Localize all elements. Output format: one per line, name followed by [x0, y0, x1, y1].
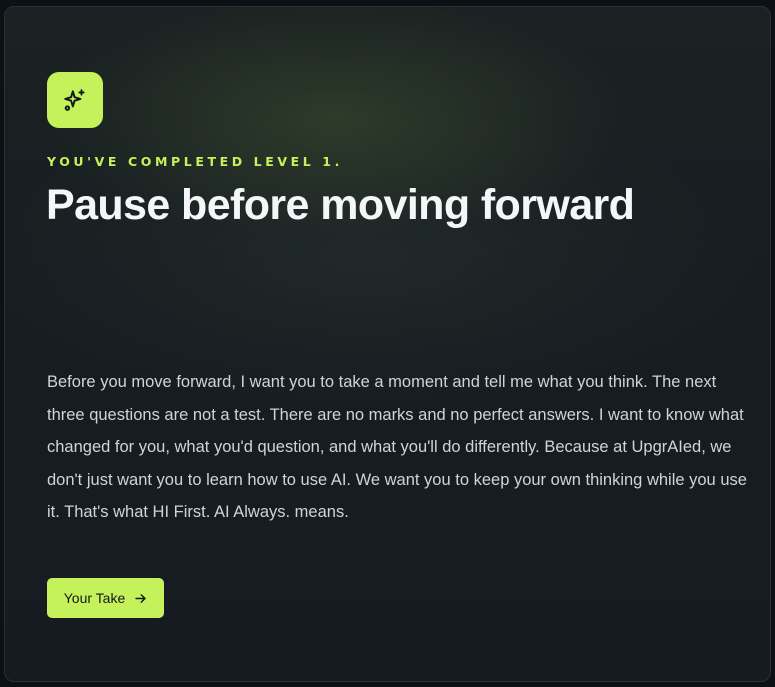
level-complete-eyebrow: YOU'VE COMPLETED LEVEL 1.	[47, 154, 343, 169]
sparkles-icon	[64, 89, 85, 111]
your-take-button[interactable]: Your Take	[47, 578, 164, 618]
level-complete-card: YOU'VE COMPLETED LEVEL 1. Pause before m…	[4, 6, 771, 682]
arrow-right-icon	[135, 593, 146, 603]
page-title: Pause before moving forward	[46, 181, 635, 229]
sparkles-badge	[47, 72, 103, 128]
your-take-button-label: Your Take	[63, 590, 126, 606]
reflection-intro-text: Before you move forward, I want you to t…	[47, 373, 747, 521]
